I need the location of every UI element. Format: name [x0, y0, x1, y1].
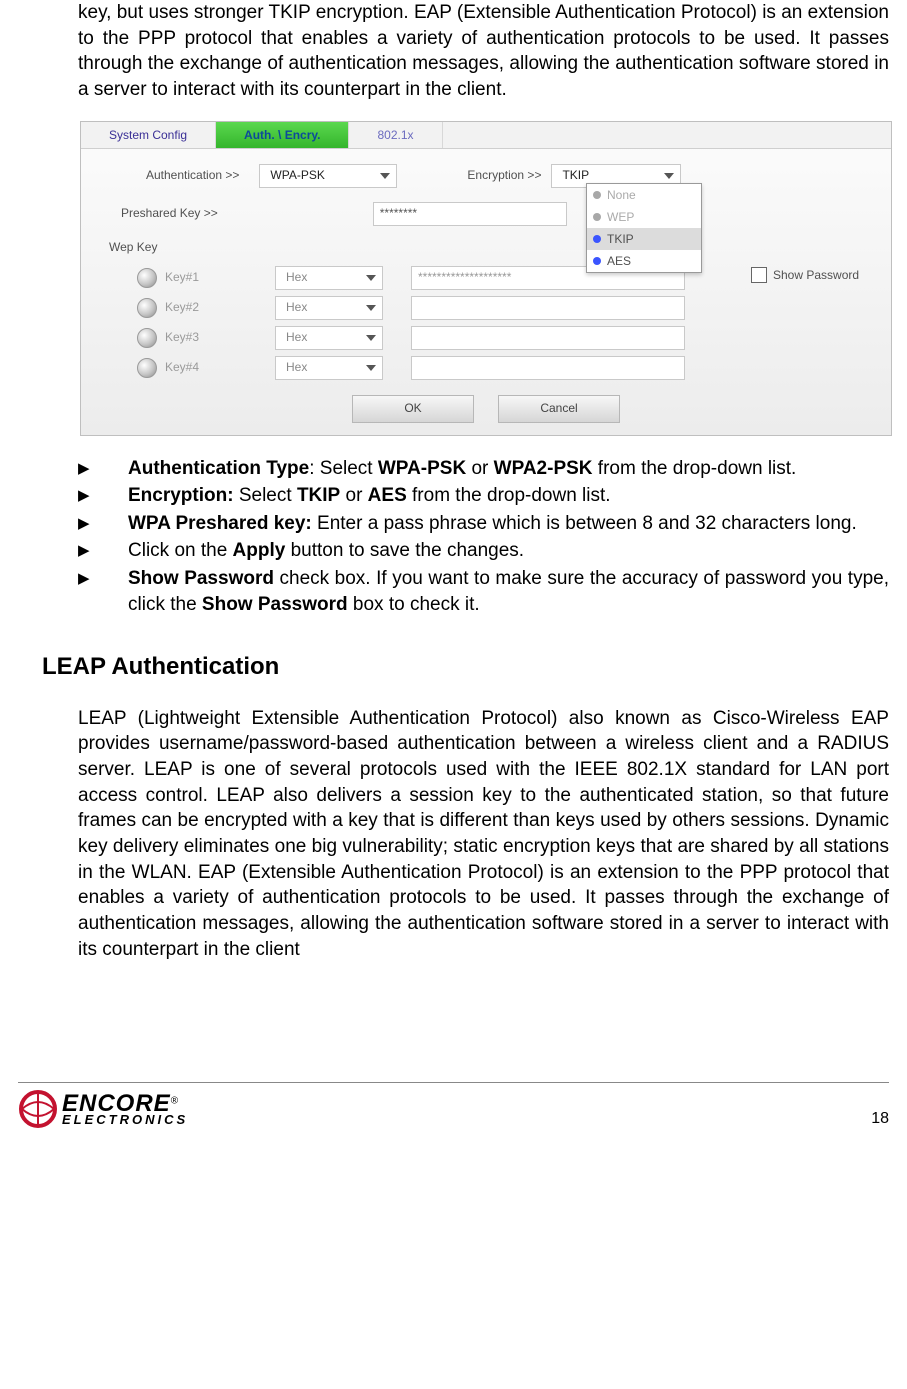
bullet-icon: [593, 235, 601, 243]
chevron-down-icon: [366, 305, 376, 311]
ok-button[interactable]: OK: [352, 395, 474, 423]
brand-logo: ENCORE® ELECTRONICS: [18, 1089, 188, 1129]
dropdown-encryption-popup[interactable]: None WEP TKIP AES: [586, 183, 702, 274]
wep-key-label: Key#1: [165, 269, 225, 285]
input-wep-key[interactable]: [411, 326, 685, 350]
label-authentication: Authentication >>: [146, 167, 239, 183]
wep-key-label: Key#4: [165, 359, 225, 375]
bullet-wpa-key: ▶ WPA Preshared key: Enter a pass phrase…: [78, 511, 889, 537]
page-number: 18: [871, 1108, 889, 1130]
tab-system-config[interactable]: System Config: [81, 122, 216, 148]
dropdown-encryption-value: TKIP: [562, 167, 589, 183]
tab-auth-encry[interactable]: Auth. \ Encry.: [216, 122, 349, 148]
triangle-right-icon: ▶: [78, 538, 128, 564]
option-none[interactable]: None: [587, 184, 701, 206]
chevron-down-icon: [366, 335, 376, 341]
wep-key-label: Key#2: [165, 299, 225, 315]
radio-icon[interactable]: [137, 358, 157, 378]
instruction-bullets: ▶ Authentication Type: Select WPA-PSK or…: [78, 456, 889, 618]
intro-paragraph: key, but uses stronger TKIP encryption. …: [78, 0, 889, 103]
leap-paragraph: LEAP (Lightweight Extensible Authenticat…: [78, 706, 889, 962]
option-tkip[interactable]: TKIP: [587, 228, 701, 250]
cancel-button[interactable]: Cancel: [498, 395, 620, 423]
bullet-icon: [593, 191, 601, 199]
radio-icon[interactable]: [137, 268, 157, 288]
option-aes[interactable]: AES: [587, 250, 701, 272]
bullet-encryption: ▶ Encryption: Select TKIP or AES from th…: [78, 483, 889, 509]
chevron-down-icon: [366, 275, 376, 281]
wep-key-row: Key#2 Hex: [137, 295, 881, 321]
wep-key-row: Key#3 Hex: [137, 325, 881, 351]
input-wep-key[interactable]: [411, 296, 685, 320]
dropdown-key-type[interactable]: Hex: [275, 266, 383, 290]
label-wep-key: Wep Key: [109, 239, 157, 255]
label-encryption: Encryption >>: [467, 167, 541, 183]
input-wep-key[interactable]: [411, 356, 685, 380]
triangle-right-icon: ▶: [78, 483, 128, 509]
bullet-show-password: ▶ Show Password check box. If you want t…: [78, 566, 889, 617]
dropdown-key-type[interactable]: Hex: [275, 326, 383, 350]
input-preshared-key[interactable]: ********: [373, 202, 567, 226]
heading-leap: LEAP Authentication: [42, 651, 889, 683]
bullet-icon: [593, 257, 601, 265]
chevron-down-icon: [366, 365, 376, 371]
label-show-password: Show Password: [773, 267, 859, 283]
bullet-apply: ▶ Click on the Apply button to save the …: [78, 538, 889, 564]
checkbox-show-password[interactable]: [751, 267, 767, 283]
label-preshared-key: Preshared Key >>: [121, 205, 218, 221]
wep-key-row: Key#4 Hex: [137, 355, 881, 381]
option-wep[interactable]: WEP: [587, 206, 701, 228]
triangle-right-icon: ▶: [78, 511, 128, 537]
triangle-right-icon: ▶: [78, 566, 128, 617]
dropdown-key-type[interactable]: Hex: [275, 356, 383, 380]
globe-icon: [18, 1089, 58, 1129]
radio-icon[interactable]: [137, 328, 157, 348]
bullet-icon: [593, 213, 601, 221]
tab-8021x[interactable]: 802.1x: [349, 122, 442, 148]
bullet-auth-type: ▶ Authentication Type: Select WPA-PSK or…: [78, 456, 889, 482]
tab-strip: System Config Auth. \ Encry. 802.1x: [81, 122, 891, 149]
dropdown-authentication[interactable]: WPA-PSK: [259, 164, 397, 188]
dropdown-authentication-value: WPA-PSK: [270, 167, 324, 183]
radio-icon[interactable]: [137, 298, 157, 318]
chevron-down-icon: [380, 173, 390, 179]
dropdown-key-type[interactable]: Hex: [275, 296, 383, 320]
wep-key-label: Key#3: [165, 329, 225, 345]
chevron-down-icon: [664, 173, 674, 179]
config-dialog: System Config Auth. \ Encry. 802.1x Auth…: [80, 121, 892, 436]
triangle-right-icon: ▶: [78, 456, 128, 482]
